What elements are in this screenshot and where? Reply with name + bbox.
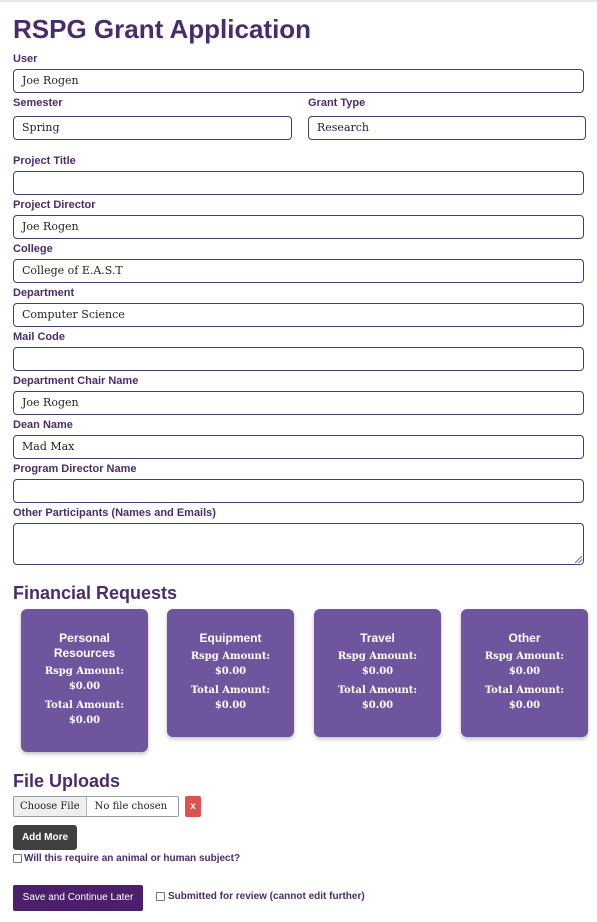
department-label: Department bbox=[13, 287, 75, 299]
top-border bbox=[0, 0, 597, 2]
file-uploads-heading: File Uploads bbox=[13, 771, 121, 791]
card-rspg-label: Rspg Amount: bbox=[190, 651, 271, 662]
project-title-input[interactable] bbox=[13, 171, 584, 195]
card-rspg-value: $0.00 bbox=[214, 666, 247, 677]
dean-name-label: Dean Name bbox=[13, 419, 73, 431]
college-label: College bbox=[13, 243, 53, 255]
card-total-label: Total Amount: bbox=[190, 685, 271, 696]
animal-human-label: Will this require an animal or human sub… bbox=[24, 853, 241, 864]
file-input[interactable]: Choose File No file chosen bbox=[13, 796, 179, 817]
program-director-input[interactable] bbox=[13, 479, 584, 503]
department-chair-input[interactable]: Joe Rogen bbox=[13, 391, 584, 415]
mail-code-input[interactable] bbox=[13, 347, 584, 371]
card-total-value: $0.00 bbox=[214, 700, 247, 711]
submitted-checkbox[interactable] bbox=[156, 892, 165, 901]
card-total-label: Total Amount: bbox=[44, 700, 125, 711]
card-other[interactable]: Other Rspg Amount: $0.00 Total Amount: $… bbox=[461, 609, 588, 737]
grant-type-input[interactable]: Research bbox=[308, 116, 586, 140]
dean-name-input[interactable]: Mad Max bbox=[13, 435, 584, 459]
remove-file-button[interactable]: x bbox=[185, 796, 201, 817]
program-director-label: Program Director Name bbox=[13, 463, 137, 475]
project-director-input[interactable]: Joe Rogen bbox=[13, 215, 584, 239]
card-rspg-value: $0.00 bbox=[68, 681, 101, 692]
animal-human-checkbox[interactable] bbox=[13, 854, 22, 863]
financial-heading: Financial Requests bbox=[13, 583, 178, 603]
user-label: User bbox=[13, 53, 38, 65]
card-rspg-label: Rspg Amount: bbox=[44, 666, 125, 677]
grant-type-label: Grant Type bbox=[308, 97, 366, 109]
card-total-value: $0.00 bbox=[508, 700, 541, 711]
card-title: Travel bbox=[360, 631, 395, 645]
semester-input[interactable]: Spring bbox=[13, 116, 292, 140]
card-total-label: Total Amount: bbox=[337, 685, 418, 696]
project-director-label: Project Director bbox=[13, 199, 96, 211]
resize-grip-icon[interactable] bbox=[575, 556, 582, 563]
mail-code-label: Mail Code bbox=[13, 331, 65, 343]
card-rspg-value: $0.00 bbox=[508, 666, 541, 677]
card-total-value: $0.00 bbox=[68, 715, 101, 726]
user-input[interactable]: Joe Rogen bbox=[13, 69, 584, 93]
card-equipment[interactable]: Equipment Rspg Amount: $0.00 Total Amoun… bbox=[167, 609, 294, 737]
card-travel[interactable]: Travel Rspg Amount: $0.00 Total Amount: … bbox=[314, 609, 441, 737]
page-title: RSPG Grant Application bbox=[13, 14, 312, 44]
semester-label: Semester bbox=[13, 97, 63, 109]
card-title: Equipment bbox=[199, 631, 262, 645]
project-title-label: Project Title bbox=[13, 155, 76, 167]
card-total-label: Total Amount: bbox=[484, 685, 565, 696]
department-chair-label: Department Chair Name bbox=[13, 375, 139, 387]
card-personal-resources[interactable]: Personal Resources Rspg Amount: $0.00 To… bbox=[21, 609, 148, 752]
department-input[interactable]: Computer Science bbox=[13, 303, 584, 327]
choose-file-button[interactable]: Choose File bbox=[14, 797, 87, 816]
submitted-label: Submitted for review (cannot edit furthe… bbox=[168, 891, 365, 902]
college-input[interactable]: College of E.A.S.T bbox=[13, 259, 584, 283]
no-file-chosen-text: No file chosen bbox=[94, 801, 168, 812]
card-title: Other bbox=[508, 631, 541, 645]
other-participants-label: Other Participants (Names and Emails) bbox=[13, 507, 216, 519]
other-participants-textarea[interactable] bbox=[13, 523, 584, 565]
card-title: Personal Resources bbox=[53, 631, 116, 660]
card-total-value: $0.00 bbox=[361, 700, 394, 711]
card-rspg-label: Rspg Amount: bbox=[337, 651, 418, 662]
add-more-button[interactable]: Add More bbox=[13, 825, 77, 850]
card-rspg-label: Rspg Amount: bbox=[484, 651, 565, 662]
card-rspg-value: $0.00 bbox=[361, 666, 394, 677]
save-continue-button[interactable]: Save and Continue Later bbox=[13, 885, 143, 911]
